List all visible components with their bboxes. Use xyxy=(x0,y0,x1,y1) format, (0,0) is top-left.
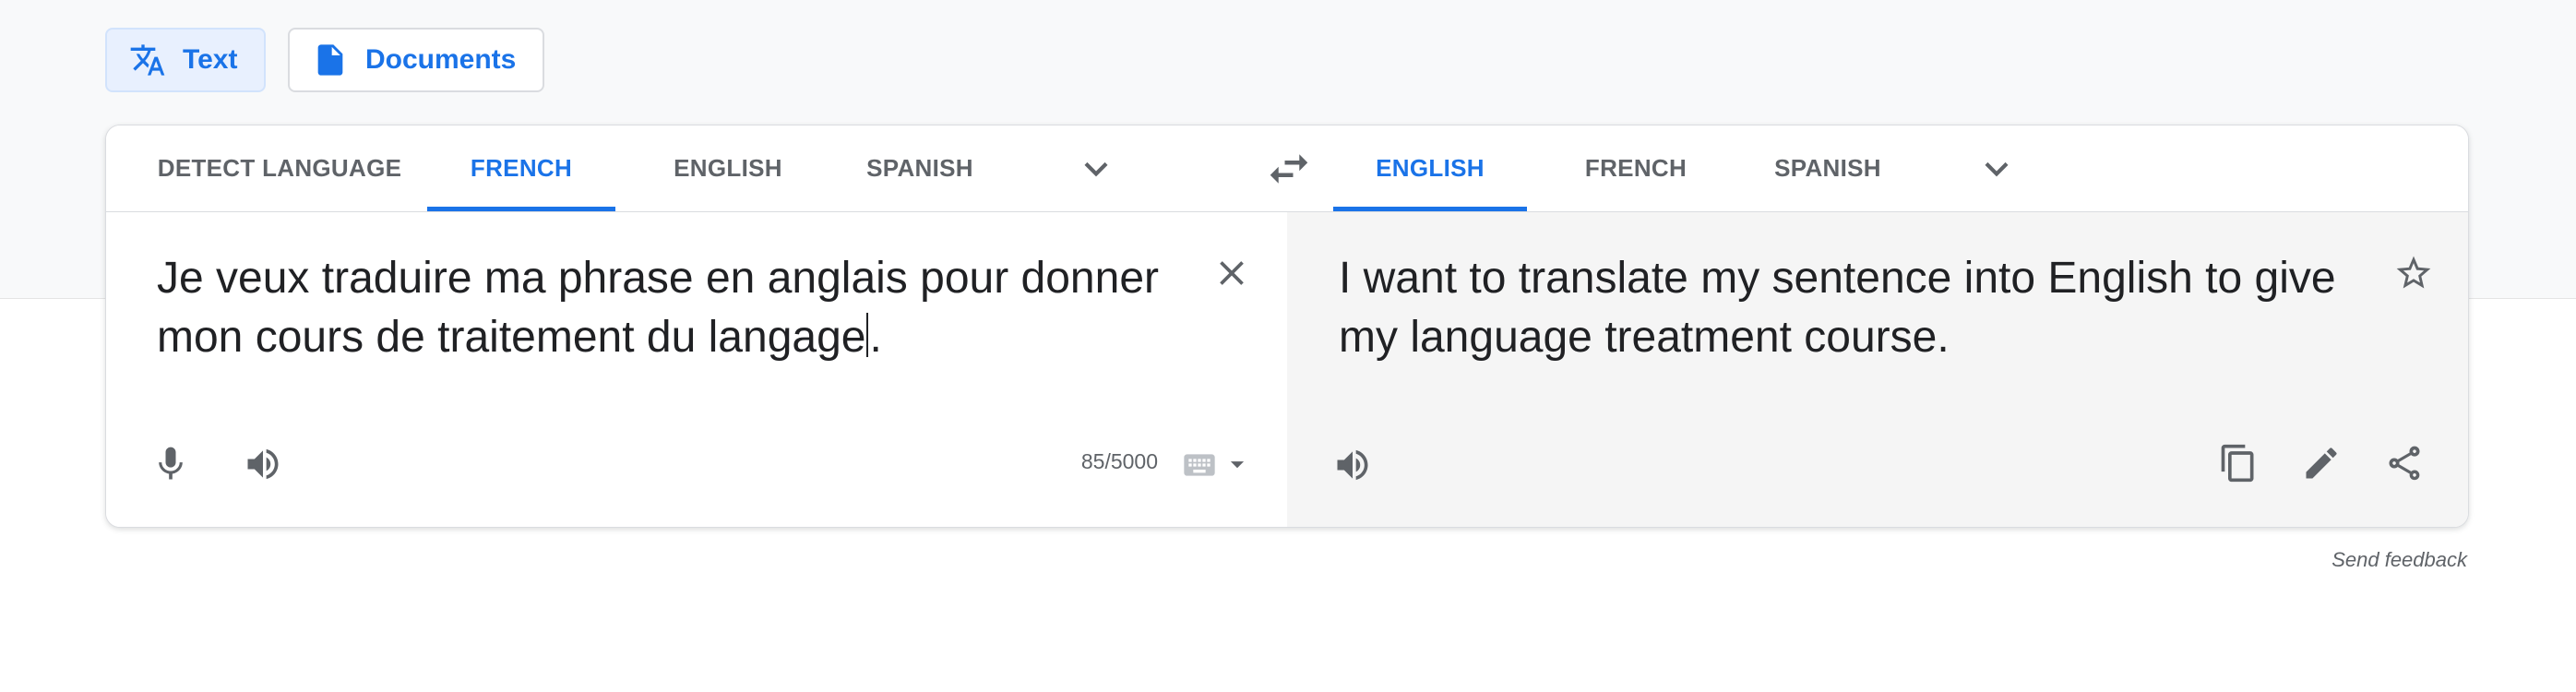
tab-source-detect-language[interactable]: DETECT LANGUAGE xyxy=(147,125,412,211)
save-translation-button[interactable] xyxy=(2388,247,2439,299)
mic-icon xyxy=(159,447,183,480)
copy-icon xyxy=(2221,444,2254,483)
target-pane: I want to translate my sentence into Eng… xyxy=(1287,212,2468,527)
text-mode-button[interactable]: Text xyxy=(105,28,266,92)
keyboard-icon xyxy=(1184,454,1215,476)
tab-target-spanish[interactable]: SPANISH xyxy=(1747,125,1909,211)
translation-card: DETECT LANGUAGE FRENCH ENGLISH SPANISH E… xyxy=(105,125,2469,528)
share-icon xyxy=(2389,446,2420,481)
documents-mode-button[interactable]: Documents xyxy=(288,28,544,92)
close-icon xyxy=(1220,261,1244,285)
volume-icon xyxy=(247,448,279,480)
tab-target-french[interactable]: FRENCH xyxy=(1555,125,1717,211)
keyboard-button[interactable] xyxy=(1176,439,1222,491)
voice-input-button[interactable] xyxy=(145,438,197,490)
tab-source-english[interactable]: ENGLISH xyxy=(647,125,809,211)
source-text-input[interactable]: Je veux traduire ma phrase en anglais po… xyxy=(157,249,1172,367)
chevron-down-icon xyxy=(1985,161,2009,177)
source-text-after-caret: . xyxy=(869,313,882,362)
copy-translation-button[interactable] xyxy=(2212,437,2264,489)
edit-translation-button[interactable] xyxy=(2296,437,2347,489)
source-pane: Je veux traduire ma phrase en anglais po… xyxy=(106,212,1287,527)
star-icon xyxy=(2396,256,2431,289)
chevron-down-icon xyxy=(1084,161,1108,177)
swap-languages-button[interactable] xyxy=(1264,144,1314,194)
source-text-before-caret: Je veux traduire ma phrase en anglais po… xyxy=(157,254,1159,362)
input-tools-dropdown[interactable] xyxy=(1219,438,1256,490)
swap-icon xyxy=(1270,154,1308,184)
language-bar: DETECT LANGUAGE FRENCH ENGLISH SPANISH E… xyxy=(106,125,2468,212)
clear-source-button[interactable] xyxy=(1206,247,1258,299)
listen-translation-button[interactable] xyxy=(1327,439,1378,491)
translate-icon xyxy=(130,44,165,76)
tab-source-french[interactable]: FRENCH xyxy=(427,125,615,211)
source-more-languages[interactable] xyxy=(1073,146,1119,192)
character-count: 85/5000 xyxy=(1080,449,1158,473)
tab-target-english[interactable]: ENGLISH xyxy=(1333,125,1527,211)
tab-source-spanish[interactable]: SPANISH xyxy=(839,125,1001,211)
text-mode-label: Text xyxy=(183,44,238,75)
volume-icon xyxy=(1337,449,1368,481)
edit-icon xyxy=(2306,447,2337,479)
send-feedback-link[interactable]: Send feedback xyxy=(2332,548,2467,572)
document-icon xyxy=(317,44,343,76)
target-more-languages[interactable] xyxy=(1974,146,2020,192)
arrow-drop-down-icon xyxy=(1230,461,1245,469)
translation-output: I want to translate my sentence into Eng… xyxy=(1339,254,2336,362)
share-translation-button[interactable] xyxy=(2379,437,2430,489)
listen-source-button[interactable] xyxy=(237,438,289,490)
documents-mode-label: Documents xyxy=(365,44,517,75)
